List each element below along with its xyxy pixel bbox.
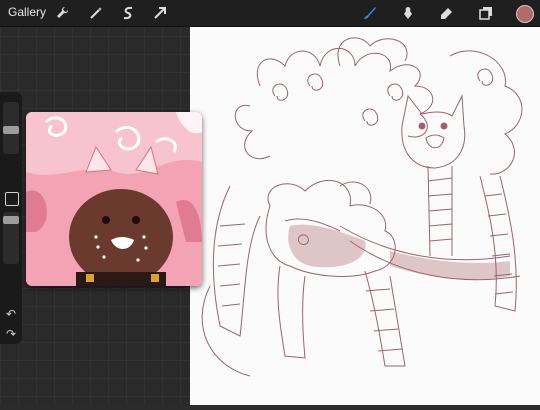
modify-button[interactable] [5, 192, 19, 206]
reference-window[interactable] [26, 112, 202, 286]
left-sidebar: ↶ ↷ [0, 92, 22, 344]
s-curve-icon[interactable] [118, 3, 138, 23]
undo-button[interactable]: ↶ [3, 306, 19, 322]
opacity-thumb[interactable] [3, 216, 19, 224]
redo-button[interactable]: ↷ [3, 326, 19, 342]
undo-icon: ↶ [5, 307, 17, 321]
color-picker-button[interactable] [516, 5, 534, 23]
reference-image [26, 112, 202, 286]
opacity-slider[interactable] [3, 212, 19, 264]
layers-icon[interactable] [476, 3, 496, 23]
sketch-drawing [201, 37, 523, 377]
wrench-icon[interactable] [52, 3, 72, 23]
eraser-icon[interactable] [436, 3, 456, 23]
brush-size-slider[interactable] [3, 102, 19, 154]
brush-size-thumb[interactable] [3, 126, 19, 134]
brush-icon[interactable] [360, 3, 380, 23]
redo-icon: ↷ [5, 327, 17, 341]
top-toolbar: Gallery [0, 0, 540, 27]
smudge-icon[interactable] [398, 3, 418, 23]
arrow-icon[interactable] [150, 3, 170, 23]
gallery-button[interactable]: Gallery [8, 5, 46, 19]
magic-wand-icon[interactable] [86, 3, 106, 23]
drawing-canvas[interactable] [190, 26, 540, 405]
